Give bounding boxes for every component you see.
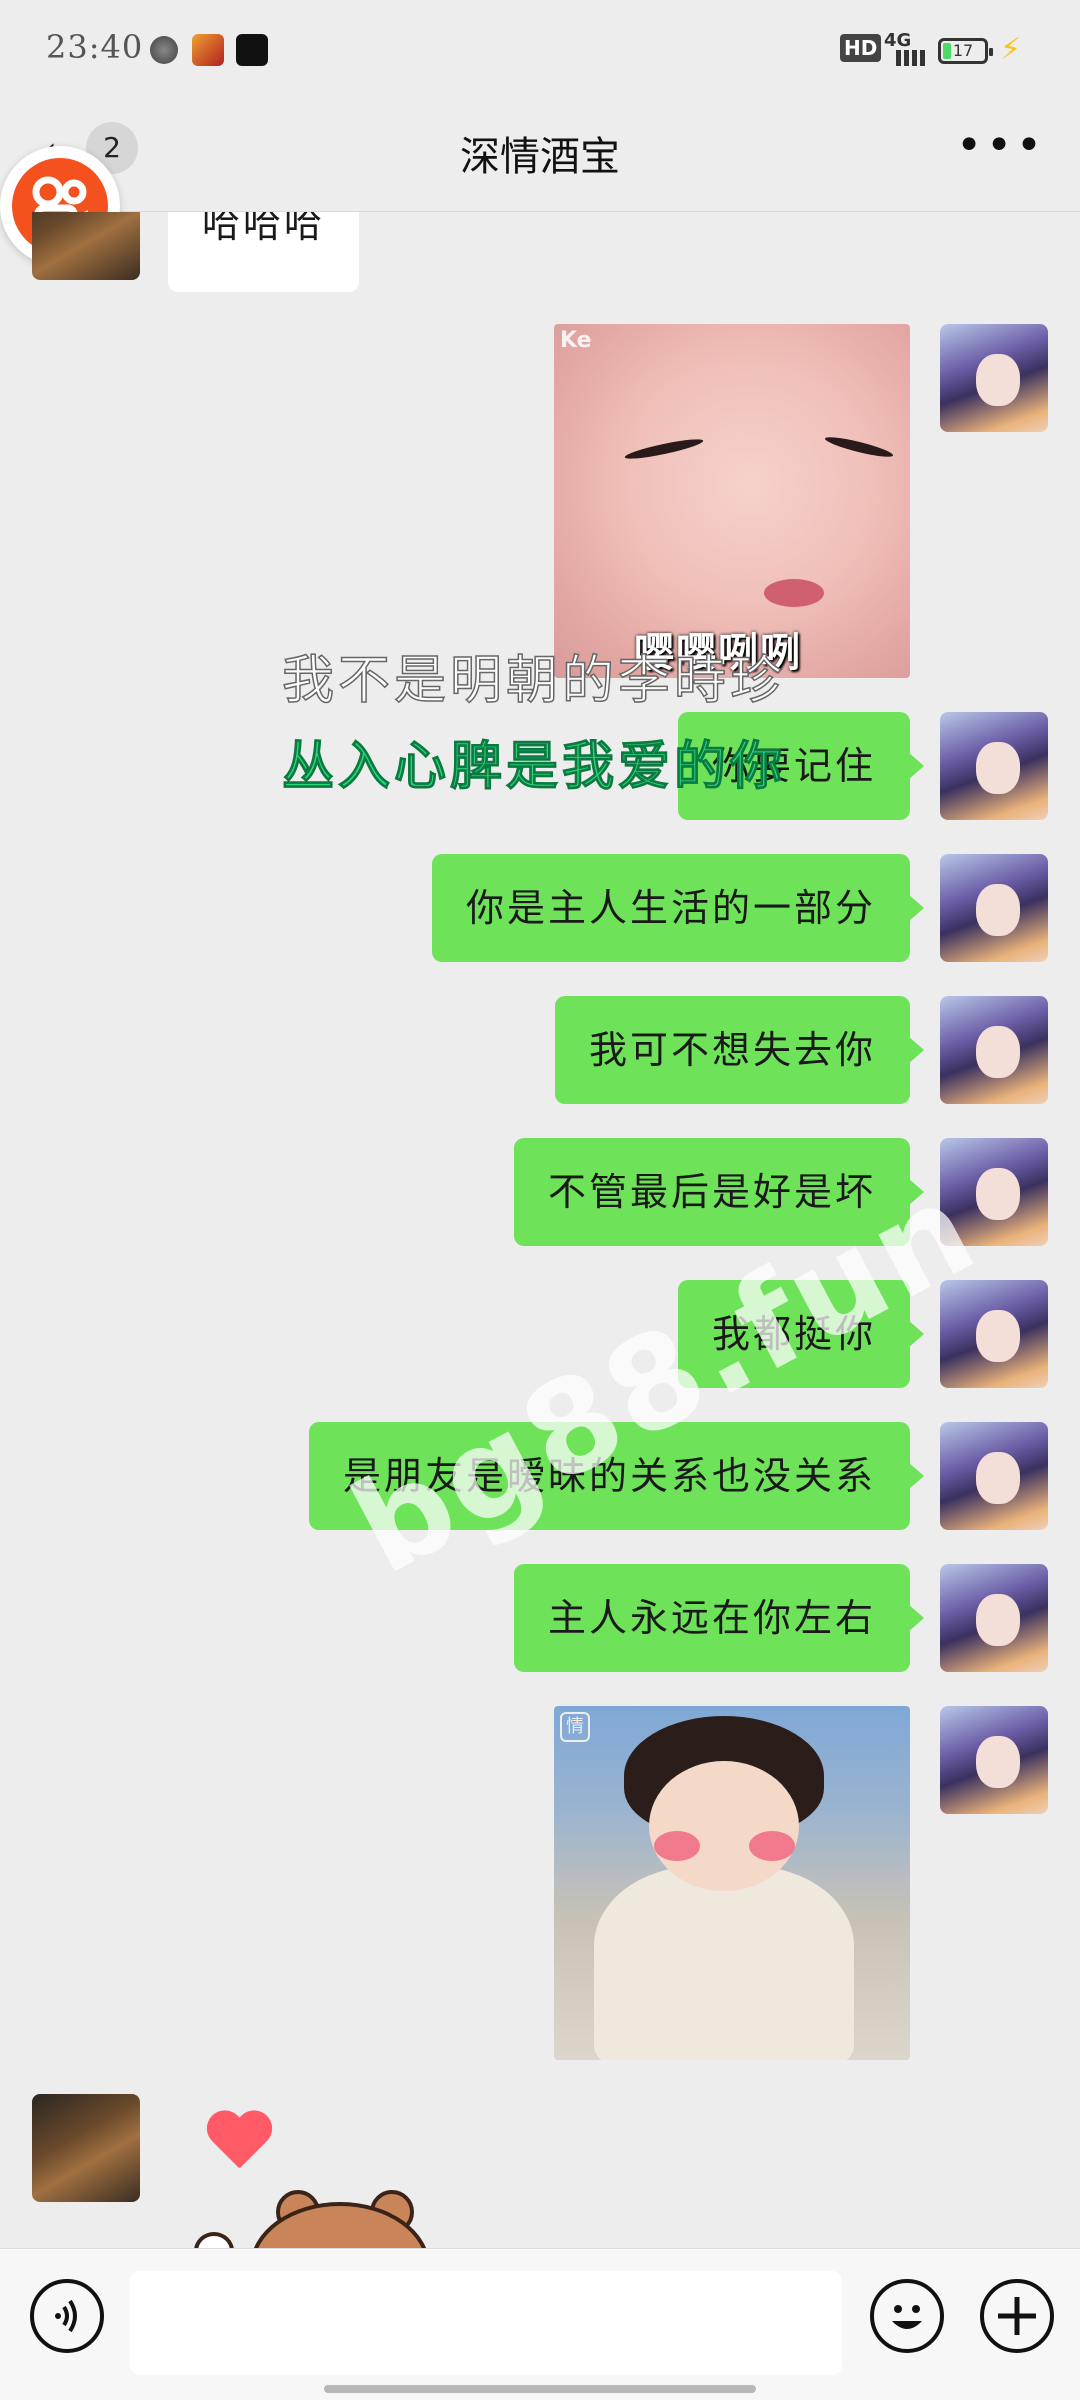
sticker-corner-mark: Ke: [560, 328, 592, 353]
my-avatar[interactable]: [940, 1422, 1048, 1530]
network-label: 4G: [884, 30, 912, 51]
peer-avatar[interactable]: [32, 212, 140, 280]
message-list[interactable]: 哈哈哈 Ke 嘤嘤咧咧 你要记住 你是主人生活的一部分 我可不想失去你 不管最后…: [0, 212, 1080, 2248]
status-bar: 23:40 HD 4G 17 ⚡: [0, 0, 1080, 100]
overlay-caption-line2: 丛入心脾是我爱的你: [281, 736, 787, 798]
sticker-corner-mark: 情: [560, 1712, 590, 1742]
voice-icon[interactable]: [30, 2279, 104, 2353]
heart-icon: [204, 2112, 274, 2172]
sticker-message[interactable]: 情: [554, 1706, 910, 2060]
input-bar: [0, 2248, 1080, 2400]
tiktok-icon: [236, 34, 268, 66]
message-bubble-incoming[interactable]: 哈哈哈: [168, 212, 360, 292]
more-options-button[interactable]: •••: [956, 120, 1046, 171]
message-bubble-outgoing[interactable]: 主人永远在你左右: [513, 1564, 925, 1672]
my-avatar[interactable]: [940, 712, 1048, 820]
chat-header: ‹ 2 深情酒宝 •••: [0, 100, 1080, 212]
overlay-caption-line1: 我不是明朝的李時珍: [281, 650, 787, 712]
game-app-icon: [192, 34, 224, 66]
my-avatar[interactable]: [940, 996, 1048, 1104]
signal-icon: [896, 50, 926, 66]
battery-icon: 17: [938, 38, 993, 64]
message-bubble-outgoing[interactable]: 你是主人生活的一部分: [431, 854, 925, 962]
charging-icon: ⚡: [1000, 32, 1022, 67]
my-avatar[interactable]: [940, 854, 1048, 962]
plus-icon[interactable]: [980, 2279, 1054, 2353]
globe-icon: [150, 36, 178, 64]
chat-title: 深情酒宝: [460, 134, 620, 180]
my-avatar[interactable]: [940, 324, 1048, 432]
hd-badge: HD: [840, 34, 882, 62]
home-indicator[interactable]: [324, 2385, 756, 2393]
battery-level: 17: [952, 41, 974, 60]
message-input[interactable]: [130, 2271, 842, 2375]
bear-heart-sticker[interactable]: [190, 2112, 470, 2248]
peer-avatar[interactable]: [32, 2094, 140, 2202]
status-time: 23:40: [46, 28, 144, 66]
sticker-message[interactable]: Ke 嘤嘤咧咧: [554, 324, 910, 678]
my-avatar[interactable]: [940, 1706, 1048, 1814]
message-bubble-outgoing[interactable]: 我可不想失去你: [554, 996, 925, 1104]
emoji-icon[interactable]: [870, 2279, 944, 2353]
my-avatar[interactable]: [940, 1564, 1048, 1672]
